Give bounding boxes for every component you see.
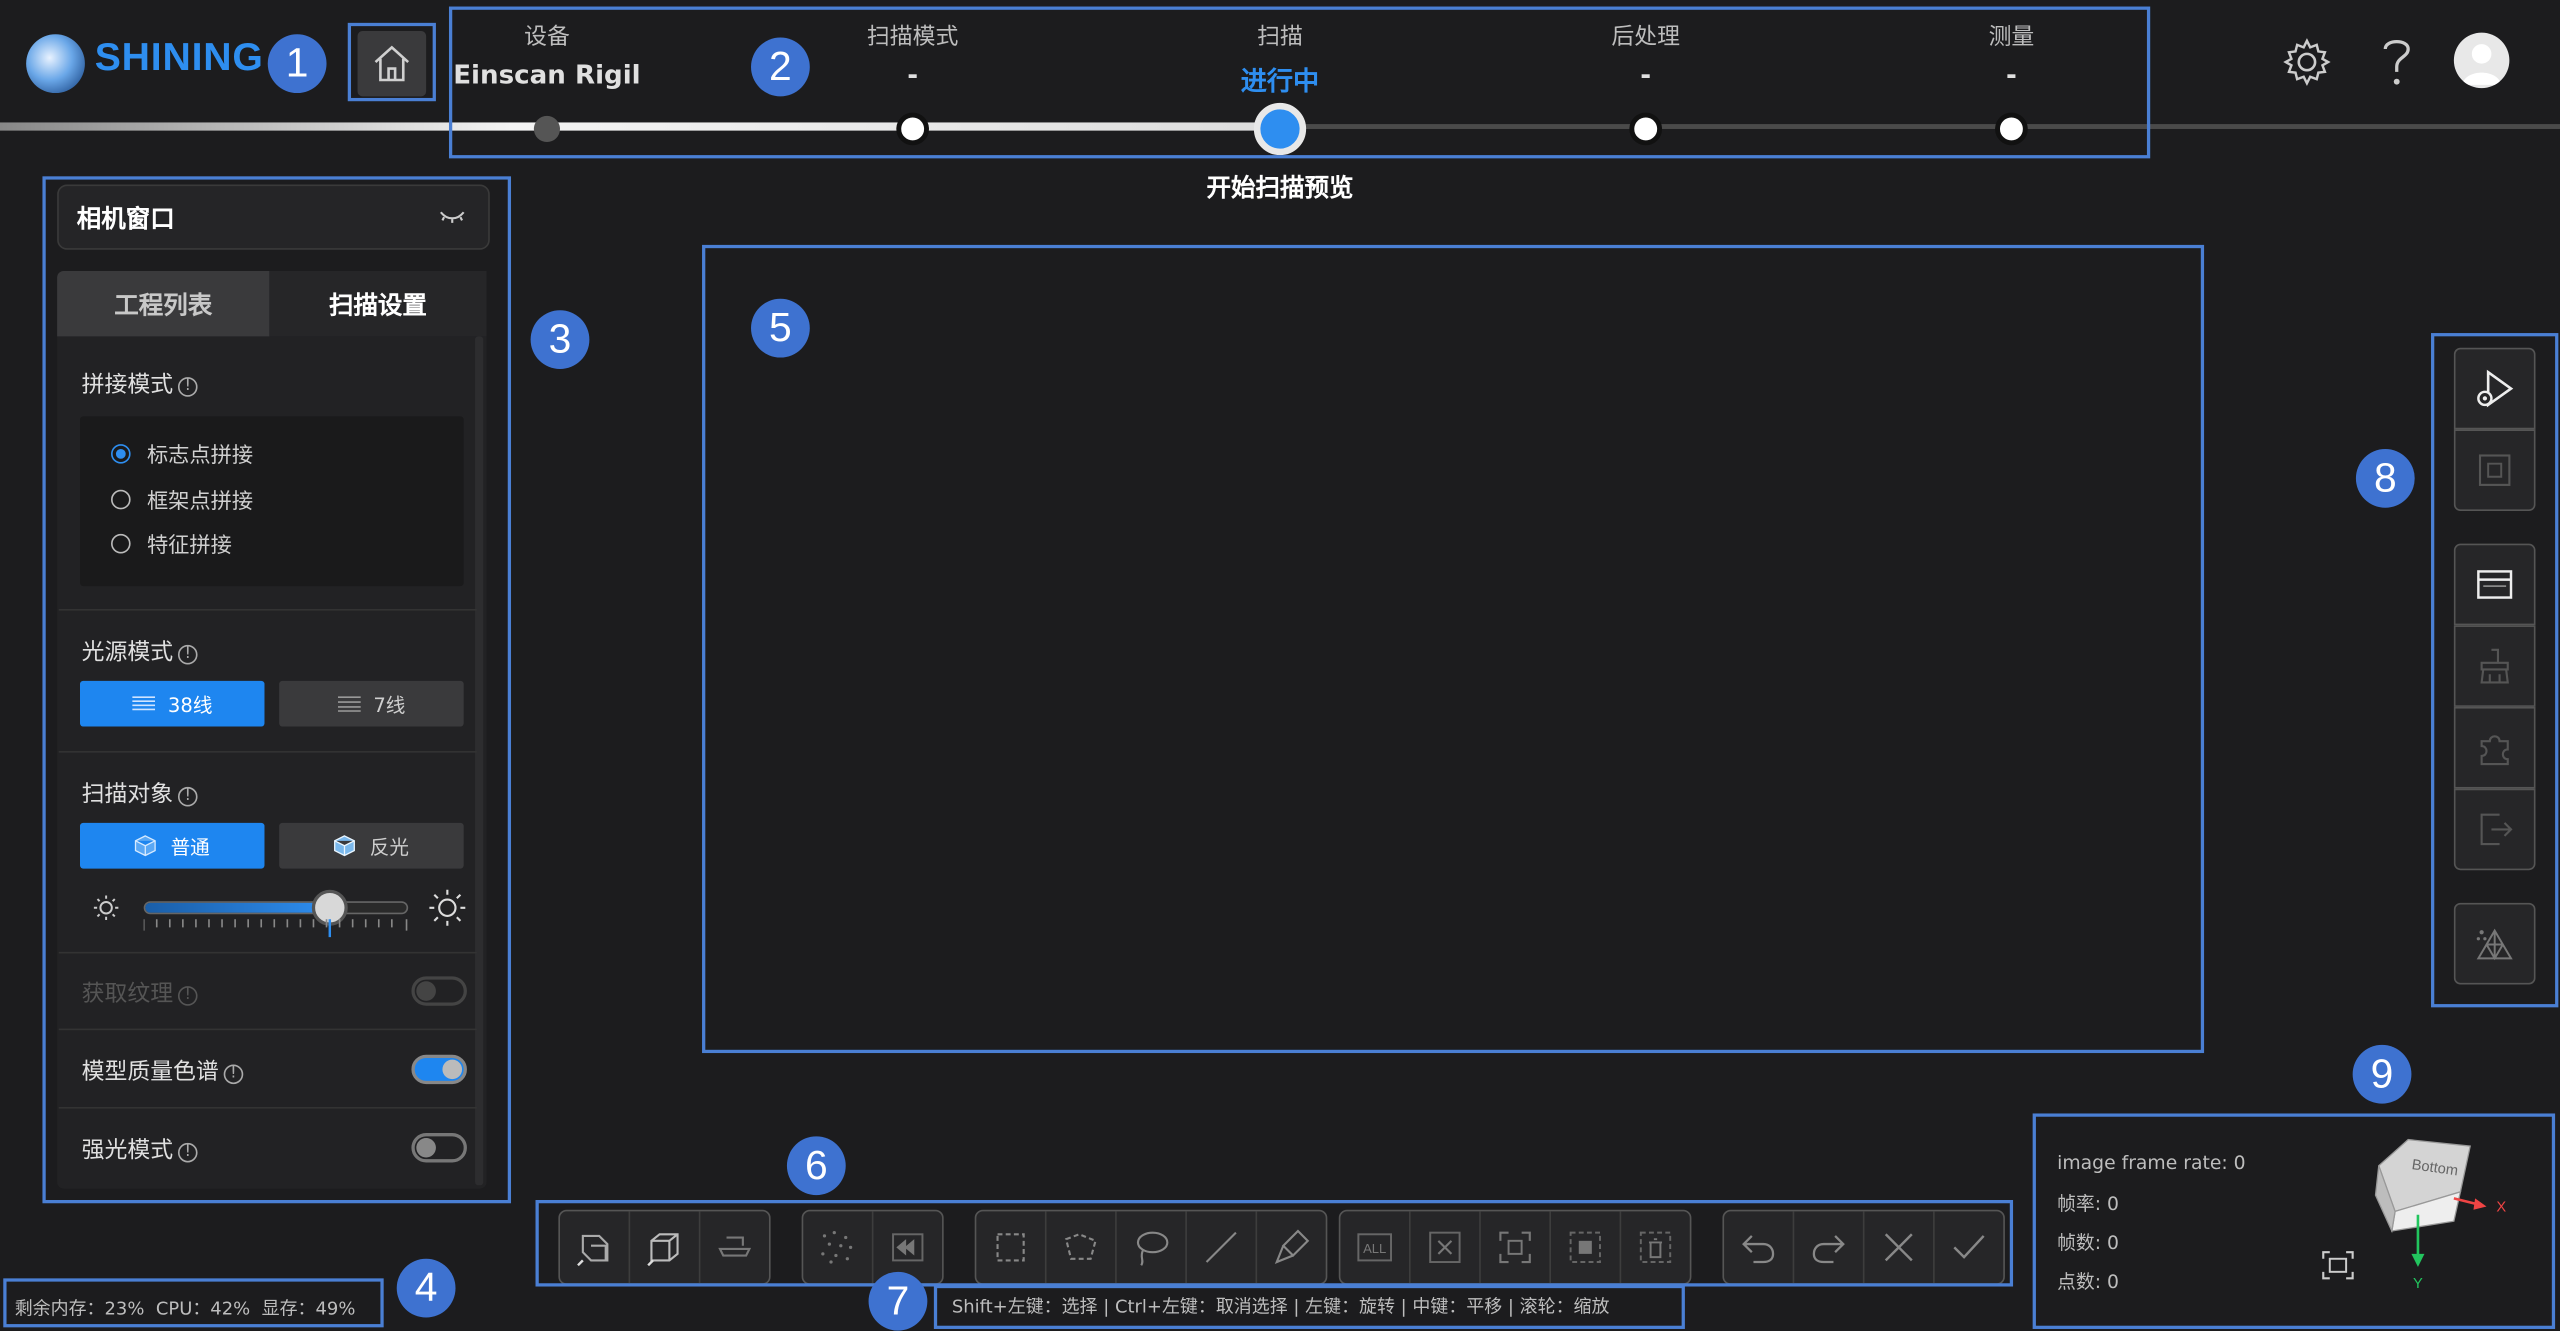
annotation-box-9 — [2032, 1113, 2556, 1329]
annotation-badge-1: 1 — [267, 34, 327, 94]
annotation-badge-7: 7 — [868, 1271, 928, 1331]
annotation-box-6 — [535, 1199, 2014, 1287]
scan-status-caption: 开始扫描预览 — [1206, 173, 1354, 203]
app-window: { "header": { "logo_text": "SHINING", "s… — [0, 0, 2560, 1331]
annotation-box-4 — [3, 1278, 384, 1328]
logo-text: SHINING — [94, 35, 264, 80]
user-icon — [2462, 44, 2502, 85]
annotation-box-8 — [2431, 333, 2559, 1008]
annotation-badge-9: 9 — [2352, 1044, 2412, 1104]
annotation-badge-8: 8 — [2355, 448, 2415, 508]
annotation-box-5 — [702, 244, 2205, 1054]
user-avatar[interactable] — [2453, 32, 2510, 89]
annotation-box-2 — [448, 6, 2151, 159]
gear-icon[interactable] — [2281, 36, 2333, 88]
annotation-badge-6: 6 — [786, 1136, 846, 1196]
annotation-box-7 — [933, 1284, 1685, 1329]
help-icon[interactable] — [2374, 33, 2420, 89]
annotation-badge-4: 4 — [396, 1258, 456, 1318]
annotation-badge-2: 2 — [751, 37, 810, 97]
annotation-badge-5: 5 — [751, 298, 810, 358]
app-logo — [26, 34, 85, 94]
annotation-badge-3: 3 — [530, 310, 590, 369]
annotation-box-3 — [42, 176, 512, 1204]
annotation-box-1 — [347, 22, 436, 102]
